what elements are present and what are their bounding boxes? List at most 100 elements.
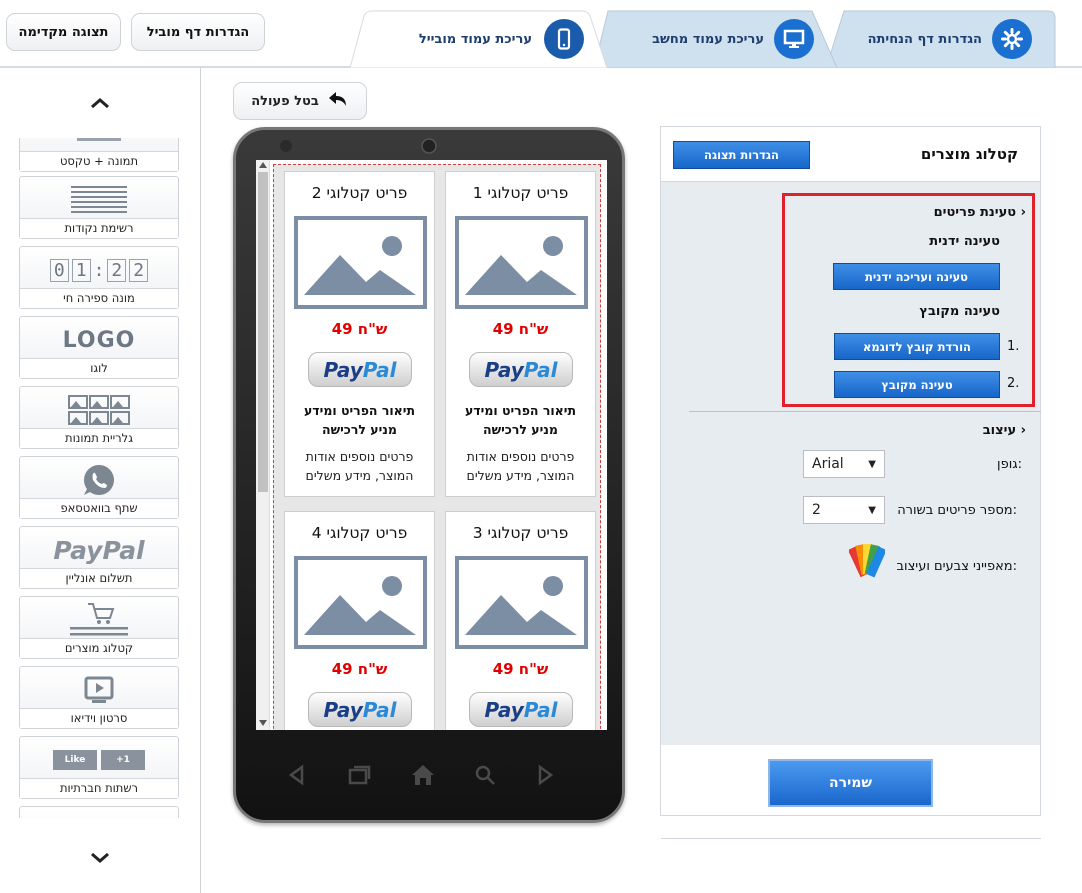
widget-label: קטלוג מוצרים [20, 638, 178, 658]
countdown-icon: 0 1 : 2 2 [20, 249, 178, 291]
paypal-button[interactable]: Pay Pal [469, 692, 573, 727]
scroll-down-button[interactable] [0, 833, 200, 883]
product-title: פריט קטלוגי 2 [311, 184, 408, 202]
step-number: 1. [1007, 339, 1020, 354]
paypal-text: Pay [484, 357, 524, 382]
font-label: גופן: [997, 457, 1022, 472]
widget-bullet-list[interactable]: רשימת נקודות [19, 176, 179, 239]
chevron-up-icon [90, 94, 110, 113]
scroll-up-button[interactable] [0, 78, 200, 128]
tab-label: עריכת עמוד מובייל [418, 31, 532, 47]
download-sample-button[interactable]: הורדת קובץ לדוגמא [834, 333, 1000, 360]
design-header[interactable]: עיצוב › [983, 423, 1030, 438]
dropdown-arrow-icon: ▼ [868, 458, 876, 470]
display-settings-button[interactable]: הגדרות תצוגה [673, 141, 810, 169]
manual-load-button[interactable]: טעינה ועריכה ידנית [833, 263, 1000, 290]
file-loading-label: טעינה מקובץ [919, 304, 1000, 319]
items-per-row-label: מספר פריטים בשורה: [897, 503, 1017, 518]
recent-apps-icon [348, 765, 371, 785]
save-button[interactable]: שמירה [768, 759, 933, 807]
load-from-file-button[interactable]: טעינה מקובץ [834, 371, 1000, 398]
widget-video[interactable]: סרטון וידיאו [19, 666, 179, 729]
tab-label: עריכת עמוד מחשב [652, 31, 764, 47]
product-details: פרטים נוספים אודות המוצר, מידע משלים [305, 449, 414, 483]
widget-social[interactable]: Like +1 רשתות חברתיות [19, 736, 179, 799]
product-details: פרטים נוספים אודות המוצר, מידע משלים [466, 449, 575, 483]
widget-product-catalog[interactable]: קטלוג מוצרים [19, 596, 179, 659]
panel-title: קטלוג מוצרים [920, 145, 1018, 163]
preview-button[interactable]: תצוגה מקדימה [6, 13, 121, 51]
product-price: 49 ש"ח [331, 320, 388, 338]
paypal-button[interactable]: Pay Pal [469, 352, 573, 387]
product-title: פריט קטלוגי 3 [472, 524, 569, 542]
tab-landing-settings[interactable]: הגדרות דף הנחיתה [826, 10, 1056, 68]
paypal-button[interactable]: Pay Pal [308, 352, 412, 387]
items-per-row-select[interactable]: 2 ▼ [803, 496, 885, 524]
scroll-up-arrow-icon[interactable] [259, 162, 267, 168]
logo-icon: LOGO [20, 319, 178, 361]
product-price: 49 ש"ח [492, 320, 549, 338]
manual-loading-label: טעינה ידנית [929, 234, 1000, 249]
gallery-icon [20, 389, 178, 431]
widget-label: לוגו [20, 358, 178, 378]
items-loading-header[interactable]: טעינת פריטים › [934, 205, 1030, 220]
product-card[interactable]: פריט קטלוגי 2 49 ש"ח Pay Pal תיאור הפריט … [284, 171, 435, 497]
tab-desktop-edit[interactable]: עריכת עמוד מחשב [594, 10, 838, 68]
undo-button[interactable]: בטל פעולה [233, 82, 367, 120]
phone-frame: פריט קטלוגי 1 49 ש"ח Pay Pal תיאור הפריט … [233, 127, 625, 823]
desktop-icon [774, 19, 814, 59]
phone-screen: פריט קטלוגי 1 49 ש"ח Pay Pal תיאור הפריט … [256, 160, 607, 730]
countdown-digit: 2 [107, 258, 127, 282]
forward-icon [538, 764, 554, 786]
countdown-digit: 1 [71, 258, 91, 282]
landing-page-settings-button[interactable]: הגדרות דף מוביל [131, 13, 265, 51]
product-card[interactable]: פריט קטלוגי 3 49 ש"ח Pay Pal [445, 511, 596, 730]
widget-label: תשלום אונליין [20, 568, 178, 588]
logo-text: LOGO [62, 327, 136, 353]
widget-countdown[interactable]: 0 1 : 2 2 מונה ספירה חי [19, 246, 179, 309]
like-badge: Like [53, 750, 97, 770]
camera-icon [421, 138, 437, 154]
scroll-down-arrow-icon[interactable] [259, 720, 267, 726]
video-icon [20, 669, 178, 711]
section-title: עיצוב [982, 423, 1017, 438]
undo-label: בטל פעולה [251, 93, 319, 109]
sensor-icon [280, 140, 292, 152]
chevron-down-icon [90, 849, 110, 868]
section-title: טעינת פריטים [933, 205, 1017, 220]
paypal-icon: PayPal [20, 529, 178, 571]
product-price: 49 ש"ח [331, 660, 388, 678]
widget-gallery[interactable]: גלריית תמונות [19, 386, 179, 449]
product-card[interactable]: פריט קטלוגי 1 49 ש"ח Pay Pal תיאור הפריט … [445, 171, 596, 497]
whatsapp-icon [20, 459, 178, 501]
widget-label: שתף בוואטסאפ [20, 498, 178, 518]
widget-image-text[interactable]: תמונה + טקסט [19, 138, 179, 172]
tab-mobile-edit[interactable]: עריכת עמוד מובייל [350, 10, 608, 68]
image-placeholder-icon [455, 556, 588, 649]
widget-logo[interactable]: LOGO לוגו [19, 316, 179, 379]
widget-label: תמונה + טקסט [20, 151, 178, 171]
paypal-text: Pal [523, 357, 558, 382]
font-select[interactable]: Arial ▼ [803, 450, 885, 478]
widget-paypal[interactable]: PayPal תשלום אונליין [19, 526, 179, 589]
phone-navbar [286, 760, 556, 790]
cart-icon [20, 599, 178, 641]
product-card[interactable]: פריט קטלוגי 4 49 ש"ח Pay Pal [284, 511, 435, 730]
back-icon [288, 764, 304, 786]
widget-label: מונה ספירה חי [20, 288, 178, 308]
tab-label: הגדרות דף הנחיתה [867, 31, 982, 47]
widget-next[interactable] [19, 806, 179, 818]
color-palette-icon[interactable] [847, 540, 887, 584]
scrollbar-thumb[interactable] [258, 172, 268, 492]
paypal-text: Pay [484, 697, 524, 722]
social-icon: Like +1 [20, 739, 178, 781]
paypal-text: Pal [362, 357, 397, 382]
paypal-button[interactable]: Pay Pal [308, 692, 412, 727]
step-number: 2. [1007, 376, 1020, 391]
widget-whatsapp[interactable]: שתף בוואטסאפ [19, 456, 179, 519]
top-bar: תצוגה מקדימה הגדרות דף מוביל הגדרות דף ה… [0, 0, 1082, 68]
phone-scrollbar[interactable] [256, 160, 270, 730]
widget-label: רשימת נקודות [20, 218, 178, 238]
section-divider [689, 411, 1041, 412]
gear-icon [992, 19, 1032, 59]
